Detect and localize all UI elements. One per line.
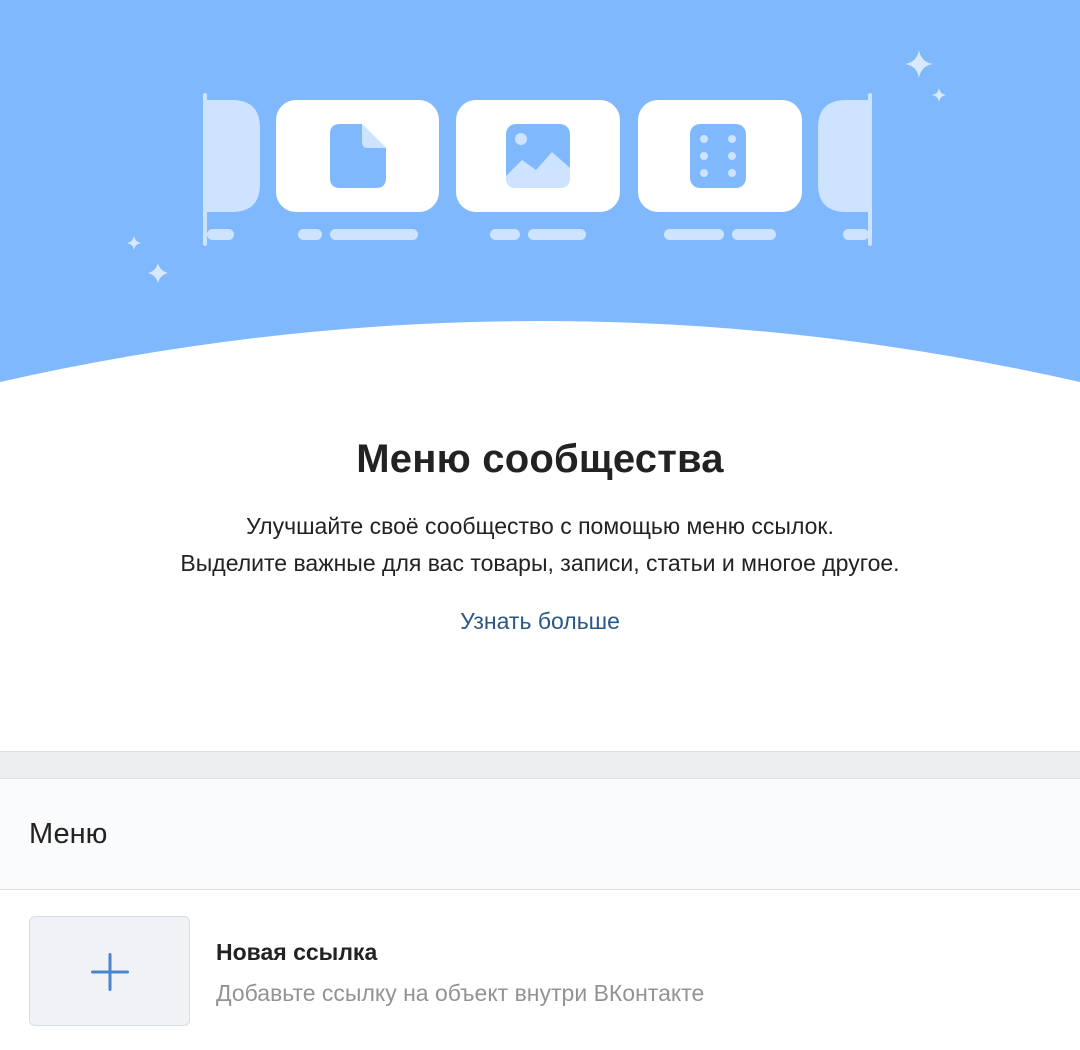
dice-icon (690, 124, 746, 188)
description-line: Улучшайте своё сообщество с помощью меню… (246, 513, 834, 539)
description-line: Выделите важные для вас товары, записи, … (180, 550, 900, 576)
plus-icon (91, 953, 129, 991)
hero-banner (0, 0, 1080, 385)
add-link-tile[interactable] (29, 916, 190, 1026)
section-divider (0, 751, 1080, 779)
intro-section: Меню сообщества Улучшайте своё сообществ… (0, 430, 1080, 635)
new-link-title: Новая ссылка (216, 939, 378, 965)
learn-more-link[interactable]: Узнать больше (460, 608, 620, 635)
page-title: Меню сообщества (356, 437, 724, 481)
new-link-subtitle: Добавьте ссылку на объект внутри ВКонтак… (216, 980, 705, 1006)
image-icon (506, 124, 570, 188)
menu-header: Меню (0, 780, 1080, 890)
add-new-link-row[interactable]: Новая ссылка Добавьте ссылку на объект в… (0, 891, 1080, 1050)
menu-header-title: Меню (29, 818, 108, 850)
intro-description: Улучшайте своё сообщество с помощью меню… (0, 508, 1080, 582)
